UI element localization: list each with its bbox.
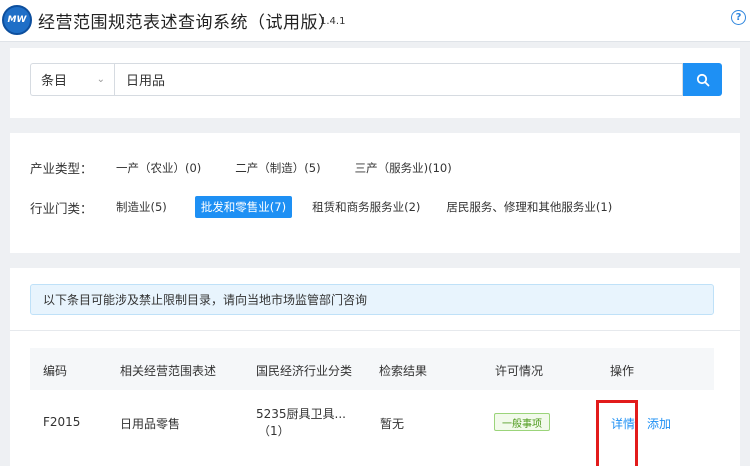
column-header: 检索结果 [379, 364, 428, 378]
permit-badge: 一般事项 [494, 413, 550, 431]
app-logo: MW [2, 5, 32, 35]
industry-type-option[interactable]: 一产（农业）(0) [116, 160, 201, 176]
chevron-down-icon: ⌄ [96, 74, 105, 85]
row-industry: 5235厨具卫具... （1） [256, 406, 346, 440]
row-result: 暂无 [380, 417, 405, 431]
search-input[interactable]: 日用品 [114, 63, 683, 96]
column-header: 操作 [610, 364, 635, 378]
filter-panel: 产业类型： 一产（农业）(0) 二产（制造）(5) 三产（服务业)(10) 行业… [10, 133, 740, 253]
industry-category-option[interactable]: 居民服务、修理和其他服务业(1) [446, 199, 612, 215]
row-description: 日用品零售 [120, 417, 181, 431]
table-header: 编码 相关经营范围表述 国民经济行业分类 检索结果 许可情况 操作 [30, 348, 714, 390]
industry-category-label: 行业门类： [30, 200, 93, 216]
industry-type-row: 产业类型： 一产（农业）(0) 二产（制造）(5) 三产（服务业)(10) [30, 158, 478, 177]
highlight-box [596, 400, 638, 466]
app-version: 1.4.1 [320, 16, 346, 27]
industry-category-option[interactable]: 租赁和商务服务业(2) [312, 199, 420, 215]
search-icon [696, 73, 709, 86]
help-icon[interactable]: ? [731, 10, 746, 25]
notice-text: 以下条目可能涉及禁止限制目录，请向当地市场监管部门咨询 [43, 293, 368, 307]
industry-category-option[interactable]: 制造业(5) [116, 199, 167, 215]
industry-type-option[interactable]: 二产（制造）(5) [235, 160, 320, 176]
row-industry-count: （1） [258, 424, 290, 438]
search-query-text: 日用品 [126, 74, 166, 89]
industry-category-row: 行业门类： 制造业(5) 批发和零售业(7) 租赁和商务服务业(2) 居民服务、… [30, 196, 638, 218]
search-category-select[interactable]: 条目 ⌄ [30, 63, 115, 96]
column-header: 许可情况 [495, 364, 544, 378]
search-category-value: 条目 [41, 74, 68, 89]
row-code: F2015 [43, 415, 81, 429]
results-panel: 以下条目可能涉及禁止限制目录，请向当地市场监管部门咨询 编码 相关经营范围表述 … [10, 268, 740, 466]
restriction-notice: 以下条目可能涉及禁止限制目录，请向当地市场监管部门咨询 [30, 284, 714, 315]
divider [10, 330, 740, 331]
industry-category-option-active[interactable]: 批发和零售业(7) [194, 196, 293, 218]
app-title: 经营范围规范表述查询系统（试用版） [38, 13, 336, 33]
app-header: MW 经营范围规范表述查询系统（试用版） 1.4.1 ? [0, 0, 750, 42]
search-panel: 条目 ⌄ 日用品 [10, 48, 740, 118]
search-button[interactable] [683, 63, 722, 96]
column-header: 相关经营范围表述 [120, 364, 217, 378]
industry-type-label: 产业类型： [30, 161, 93, 176]
column-header: 国民经济行业分类 [256, 364, 353, 378]
add-link[interactable]: 添加 [647, 415, 671, 432]
industry-type-option[interactable]: 三产（服务业)(10) [355, 160, 452, 176]
column-header: 编码 [43, 364, 68, 378]
row-industry-code: 5235厨具卫具... [256, 407, 346, 421]
